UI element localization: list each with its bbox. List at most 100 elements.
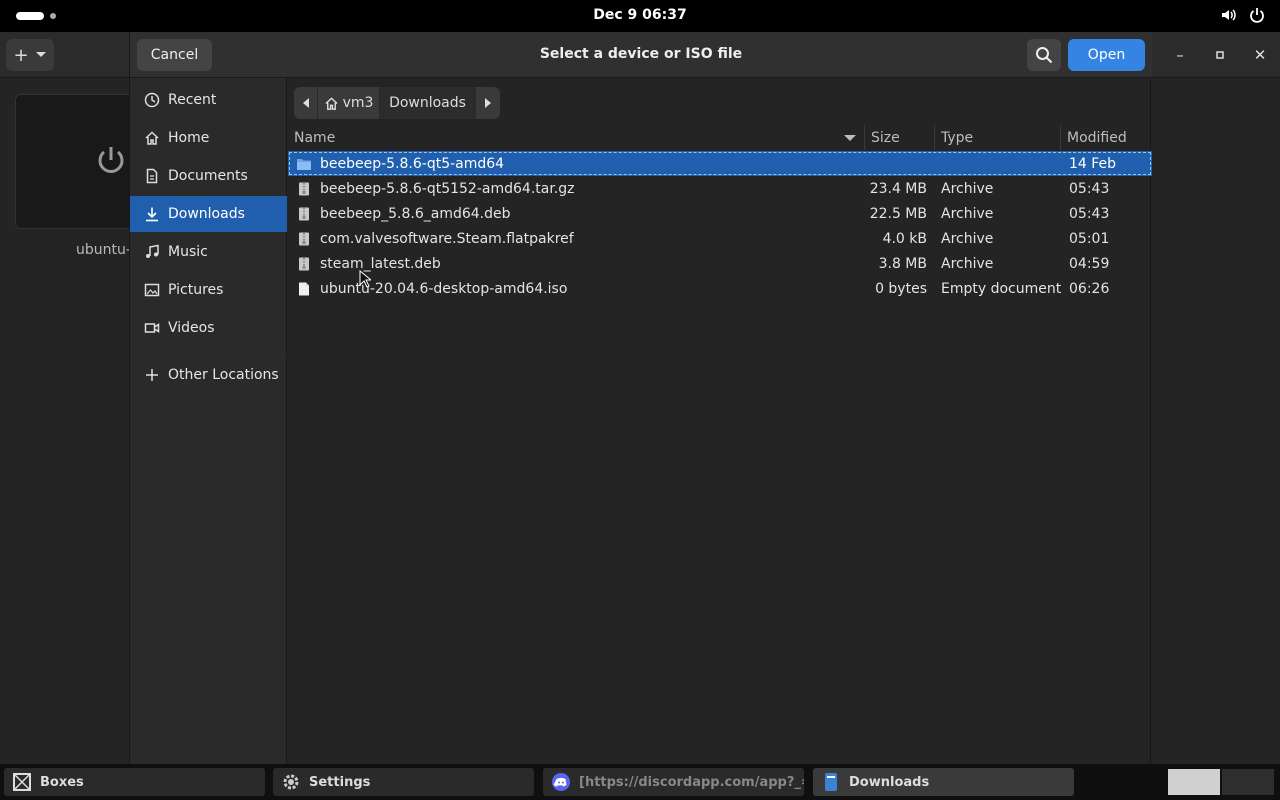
sidebar-item-label: Home bbox=[168, 130, 210, 146]
sidebar-item-videos[interactable]: Videos bbox=[130, 310, 287, 346]
maximize-button[interactable] bbox=[1200, 32, 1240, 78]
path-current-label: Downloads bbox=[389, 95, 466, 111]
search-button[interactable] bbox=[1027, 39, 1061, 71]
cancel-button[interactable]: Cancel bbox=[137, 39, 212, 71]
path-current-button[interactable]: Downloads bbox=[380, 87, 476, 119]
taskbar-item-label: Settings bbox=[309, 774, 371, 790]
places-sidebar: Recent Home Documents Downloads Music Pi… bbox=[130, 78, 287, 764]
power-icon[interactable] bbox=[1248, 6, 1266, 24]
file-row[interactable]: steam_latest.deb 3.8 MB Archive 04:59 bbox=[288, 251, 1152, 276]
volume-icon[interactable] bbox=[1220, 6, 1238, 24]
sidebar-item-documents[interactable]: Documents bbox=[130, 158, 287, 194]
file-name: steam_latest.deb bbox=[320, 255, 441, 272]
sidebar-item-label: Downloads bbox=[168, 206, 245, 222]
column-modified[interactable]: Modified bbox=[1061, 125, 1152, 150]
archive-icon bbox=[299, 257, 309, 270]
taskbar-item-label: Downloads bbox=[849, 774, 930, 790]
sidebar-item-other-locations[interactable]: Other Locations bbox=[130, 357, 287, 393]
archive-icon bbox=[299, 232, 309, 245]
file-name: beebeep_5.8.6_amd64.deb bbox=[320, 205, 511, 222]
file-modified: 05:43 bbox=[1069, 205, 1110, 222]
home-icon bbox=[145, 131, 159, 145]
chevron-left-icon bbox=[302, 98, 309, 108]
file-row[interactable]: com.valvesoftware.Steam.flatpakref 4.0 k… bbox=[288, 226, 1152, 251]
discord-icon bbox=[552, 773, 570, 791]
sidebar-item-pictures[interactable]: Pictures bbox=[130, 272, 287, 308]
file-name: ubuntu-20.04.6-desktop-amd64.iso bbox=[320, 280, 568, 297]
sidebar-item-recent[interactable]: Recent bbox=[130, 82, 287, 118]
picture-icon bbox=[144, 283, 160, 297]
sidebar-item-label: Music bbox=[168, 244, 208, 260]
column-type-label: Type bbox=[941, 129, 974, 146]
power-icon bbox=[98, 147, 124, 173]
file-type: Empty document bbox=[941, 280, 1062, 297]
minimize-button[interactable]: – bbox=[1160, 32, 1200, 78]
workspace-indicator-active bbox=[16, 12, 44, 20]
close-button[interactable]: ✕ bbox=[1240, 32, 1280, 78]
file-size: 4.0 kB bbox=[882, 230, 927, 247]
taskbar-item-boxes[interactable]: Boxes bbox=[4, 768, 265, 796]
path-home-label: vm3 bbox=[342, 95, 374, 111]
file-row[interactable]: ubuntu-20.04.6-desktop-amd64.iso 0 bytes… bbox=[288, 276, 1152, 301]
system-tray[interactable] bbox=[1220, 6, 1266, 24]
chevron-right-icon bbox=[485, 98, 491, 108]
file-row[interactable]: beebeep-5.8.6-qt5-amd64 14 Feb bbox=[288, 151, 1152, 176]
sidebar-item-label: Videos bbox=[168, 320, 215, 336]
path-back-button[interactable] bbox=[294, 87, 318, 119]
file-type: Archive bbox=[941, 255, 994, 272]
sidebar-item-music[interactable]: Music bbox=[130, 234, 287, 270]
dialog-headerbar: Cancel Select a device or ISO file Open bbox=[130, 32, 1152, 78]
column-size-label: Size bbox=[871, 129, 900, 146]
path-bar: vm3 Downloads bbox=[294, 87, 500, 119]
plus-icon: + bbox=[13, 44, 29, 66]
file-chooser-dialog: Cancel Select a device or ISO file Open … bbox=[129, 32, 1152, 764]
file-row[interactable]: beebeep-5.8.6-qt5152-amd64.tar.gz 23.4 M… bbox=[288, 176, 1152, 201]
taskbar-item-settings[interactable]: Settings bbox=[273, 768, 534, 796]
column-type[interactable]: Type bbox=[935, 125, 1061, 150]
taskbar-item-downloads[interactable]: Downloads bbox=[813, 768, 1074, 796]
file-icon bbox=[299, 282, 309, 295]
archive-icon bbox=[299, 207, 309, 220]
column-name[interactable]: Name bbox=[288, 125, 865, 150]
file-type: Archive bbox=[941, 230, 994, 247]
file-name: com.valvesoftware.Steam.flatpakref bbox=[320, 230, 574, 247]
archive-icon bbox=[299, 182, 309, 195]
file-size: 23.4 MB bbox=[869, 180, 927, 197]
file-modified: 04:59 bbox=[1069, 255, 1110, 272]
close-icon: ✕ bbox=[1253, 46, 1267, 64]
file-modified: 14 Feb bbox=[1069, 155, 1117, 172]
file-modified: 05:43 bbox=[1069, 180, 1110, 197]
column-modified-label: Modified bbox=[1067, 129, 1127, 146]
column-size[interactable]: Size bbox=[865, 125, 935, 150]
open-button[interactable]: Open bbox=[1068, 39, 1145, 71]
file-name: beebeep-5.8.6-qt5-amd64 bbox=[320, 155, 505, 172]
file-type: Archive bbox=[941, 180, 994, 197]
workspace-indicator bbox=[50, 13, 56, 19]
video-icon bbox=[144, 323, 160, 333]
vm-name[interactable]: ubuntu- bbox=[76, 242, 131, 258]
sidebar-item-home[interactable]: Home bbox=[130, 120, 287, 156]
taskbar-item-label: [https://discordapp.com/app?_=1... bbox=[579, 774, 804, 790]
gear-icon bbox=[283, 774, 299, 790]
workspace-1[interactable] bbox=[1168, 769, 1220, 795]
workspace-2[interactable] bbox=[1222, 769, 1274, 795]
search-icon bbox=[1036, 47, 1053, 64]
vm-thumbnail[interactable] bbox=[15, 94, 135, 229]
chevron-down-icon bbox=[35, 52, 46, 57]
minimize-icon: – bbox=[1176, 46, 1184, 64]
new-vm-button[interactable]: + bbox=[6, 39, 54, 71]
file-modified: 05:01 bbox=[1069, 230, 1110, 247]
file-size: 0 bytes bbox=[875, 280, 927, 297]
sidebar-item-downloads[interactable]: Downloads bbox=[130, 196, 287, 232]
taskbar-item-discord[interactable]: [https://discordapp.com/app?_=1... bbox=[543, 768, 804, 796]
activities-button[interactable] bbox=[16, 12, 56, 20]
file-row[interactable]: beebeep_5.8.6_amd64.deb 22.5 MB Archive … bbox=[288, 201, 1152, 226]
path-home-button[interactable]: vm3 bbox=[318, 87, 380, 119]
download-icon bbox=[146, 207, 158, 222]
taskbar: Boxes Settings [https://discordapp.com/a… bbox=[0, 764, 1280, 800]
path-forward-button[interactable] bbox=[476, 87, 500, 119]
clock-icon bbox=[144, 92, 160, 108]
dialog-title: Select a device or ISO file bbox=[539, 46, 743, 62]
clock-label[interactable]: Dec 9 06:37 bbox=[593, 7, 686, 23]
boxes-icon bbox=[13, 773, 31, 791]
